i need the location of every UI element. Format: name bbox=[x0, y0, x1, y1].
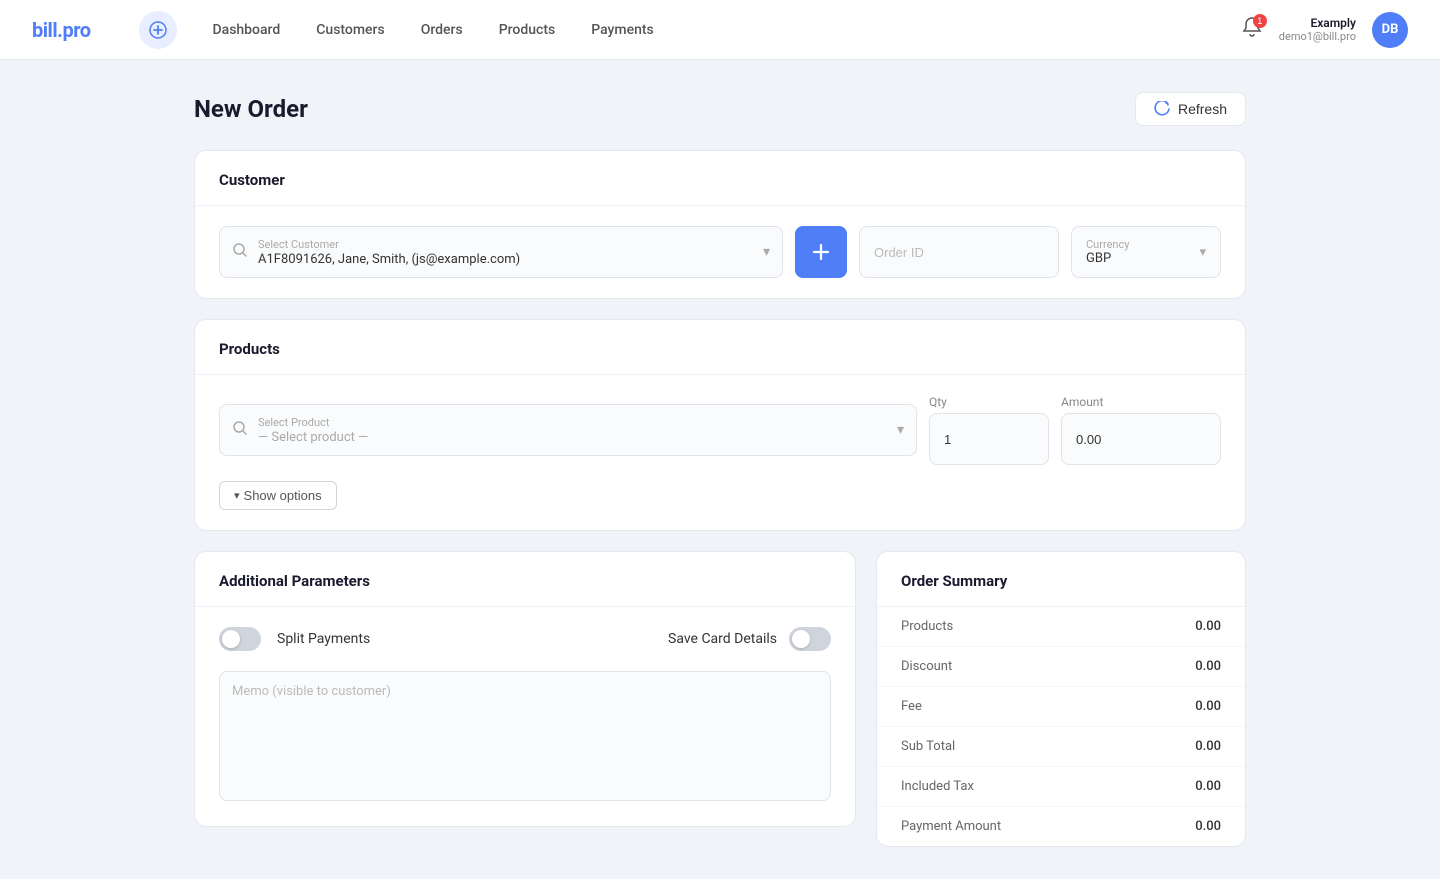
params-toggles-row: Split Payments Save Card Details bbox=[219, 627, 831, 651]
summary-row: Discount 0.00 bbox=[877, 647, 1245, 687]
logo-text: bill.pro bbox=[32, 18, 91, 42]
products-section: Products Select Product — Select product… bbox=[194, 319, 1246, 531]
summary-value: 0.00 bbox=[1195, 619, 1221, 634]
products-row: Select Product — Select product — ▾ Qty … bbox=[219, 395, 1221, 465]
customer-row: Select Customer A1F8091626, Jane, Smith,… bbox=[219, 226, 1221, 278]
currency-value: GBP bbox=[1086, 251, 1129, 266]
notifications-button[interactable]: 1 bbox=[1241, 16, 1263, 44]
summary-label: Fee bbox=[901, 699, 922, 714]
nav-center: Dashboard Customers Orders Products Paym… bbox=[139, 11, 1241, 49]
customer-select-value: A1F8091626, Jane, Smith, (js@example.com… bbox=[258, 252, 520, 267]
order-summary-section: Order Summary Products 0.00 Discount 0.0… bbox=[876, 551, 1246, 847]
navbar-right: 1 Examply demo1@bill.pro DB bbox=[1241, 12, 1408, 48]
product-select-wrapper[interactable]: Select Product — Select product — ▾ bbox=[219, 404, 917, 456]
product-chevron-icon: ▾ bbox=[897, 422, 904, 438]
currency-chevron-icon: ▾ bbox=[1199, 245, 1206, 260]
currency-select-content: Currency GBP bbox=[1086, 238, 1129, 266]
page-header: New Order Refresh bbox=[194, 92, 1246, 126]
summary-value: 0.00 bbox=[1195, 819, 1221, 834]
products-section-title: Products bbox=[195, 320, 1245, 375]
order-summary-title: Order Summary bbox=[877, 552, 1245, 607]
nav-customers[interactable]: Customers bbox=[300, 14, 400, 46]
amount-input[interactable] bbox=[1061, 413, 1221, 465]
summary-value: 0.00 bbox=[1195, 659, 1221, 674]
bottom-grid: Additional Parameters Split Payments Sav… bbox=[194, 551, 1246, 847]
summary-value: 0.00 bbox=[1195, 739, 1221, 754]
split-payments-label: Split Payments bbox=[277, 631, 370, 647]
currency-select[interactable]: Currency GBP ▾ bbox=[1071, 226, 1221, 278]
amount-wrapper: Amount bbox=[1061, 395, 1221, 465]
customer-select-label: Select Customer bbox=[258, 238, 755, 251]
qty-label: Qty bbox=[929, 395, 1049, 409]
page-title: New Order bbox=[194, 95, 308, 123]
show-options-label: Show options bbox=[244, 488, 322, 503]
summary-label: Payment Amount bbox=[901, 819, 1001, 834]
product-select-label: Select Product bbox=[258, 416, 889, 429]
summary-label: Discount bbox=[901, 659, 952, 674]
order-id-input[interactable] bbox=[859, 226, 1059, 278]
customer-chevron-icon: ▾ bbox=[763, 244, 770, 260]
nav-products[interactable]: Products bbox=[483, 14, 572, 46]
product-search-icon bbox=[232, 420, 248, 440]
summary-row: Payment Amount 0.00 bbox=[877, 807, 1245, 846]
amount-label: Amount bbox=[1061, 395, 1221, 409]
summary-label: Products bbox=[901, 619, 953, 634]
summary-label: Sub Total bbox=[901, 739, 955, 754]
summary-row: Included Tax 0.00 bbox=[877, 767, 1245, 807]
summary-row: Sub Total 0.00 bbox=[877, 727, 1245, 767]
main-content: New Order Refresh Customer Select Custom… bbox=[170, 60, 1270, 879]
additional-params-title: Additional Parameters bbox=[195, 552, 855, 607]
summary-value: 0.00 bbox=[1195, 779, 1221, 794]
additional-params-section: Additional Parameters Split Payments Sav… bbox=[194, 551, 856, 827]
customer-search-icon bbox=[232, 242, 248, 262]
currency-label: Currency bbox=[1086, 238, 1129, 251]
summary-row: Products 0.00 bbox=[877, 607, 1245, 647]
customer-add-button[interactable] bbox=[795, 226, 847, 278]
refresh-label: Refresh bbox=[1178, 101, 1227, 117]
refresh-icon bbox=[1154, 101, 1170, 117]
nav-dashboard[interactable]: Dashboard bbox=[197, 14, 297, 46]
product-select-content: Select Product — Select product — bbox=[258, 416, 889, 445]
navbar: bill.pro Dashboard Customers Orders Prod… bbox=[0, 0, 1440, 60]
qty-input[interactable] bbox=[929, 413, 1049, 465]
split-payments-slider bbox=[219, 627, 261, 651]
order-summary-rows: Products 0.00 Discount 0.00 Fee 0.00 Sub… bbox=[877, 607, 1245, 846]
user-email: demo1@bill.pro bbox=[1279, 30, 1356, 43]
customer-section-body: Select Customer A1F8091626, Jane, Smith,… bbox=[195, 206, 1245, 298]
customer-section: Customer Select Customer A1F8091626, Jan… bbox=[194, 150, 1246, 299]
qty-wrapper: Qty bbox=[929, 395, 1049, 465]
logo: bill.pro bbox=[32, 18, 91, 42]
save-card-toggle[interactable] bbox=[789, 627, 831, 651]
memo-textarea[interactable] bbox=[219, 671, 831, 801]
nav-orders[interactable]: Orders bbox=[405, 14, 479, 46]
nav-payments[interactable]: Payments bbox=[575, 14, 670, 46]
summary-value: 0.00 bbox=[1195, 699, 1221, 714]
products-section-body: Select Product — Select product — ▾ Qty … bbox=[195, 375, 1245, 530]
customer-select-content: Select Customer A1F8091626, Jane, Smith,… bbox=[258, 238, 755, 267]
plus-icon bbox=[810, 241, 832, 263]
save-card-slider bbox=[789, 627, 831, 651]
notification-badge: 1 bbox=[1253, 14, 1267, 28]
user-avatar[interactable]: DB bbox=[1372, 12, 1408, 48]
chevron-down-icon: ▾ bbox=[234, 489, 240, 502]
customer-select-wrapper[interactable]: Select Customer A1F8091626, Jane, Smith,… bbox=[219, 226, 783, 278]
nav-add-button[interactable] bbox=[139, 11, 177, 49]
additional-params-body: Split Payments Save Card Details bbox=[195, 607, 855, 825]
save-card-row: Save Card Details bbox=[668, 627, 831, 651]
save-card-label: Save Card Details bbox=[668, 631, 777, 647]
show-options-button[interactable]: ▾ Show options bbox=[219, 481, 337, 510]
summary-row: Fee 0.00 bbox=[877, 687, 1245, 727]
user-info: Examply demo1@bill.pro bbox=[1279, 16, 1356, 43]
split-payments-toggle[interactable] bbox=[219, 627, 261, 651]
summary-label: Included Tax bbox=[901, 779, 974, 794]
user-name: Examply bbox=[1279, 16, 1356, 30]
plus-circle-icon bbox=[149, 21, 167, 39]
product-select-placeholder: — Select product — bbox=[258, 430, 368, 445]
refresh-button[interactable]: Refresh bbox=[1135, 92, 1246, 126]
customer-section-title: Customer bbox=[195, 151, 1245, 206]
